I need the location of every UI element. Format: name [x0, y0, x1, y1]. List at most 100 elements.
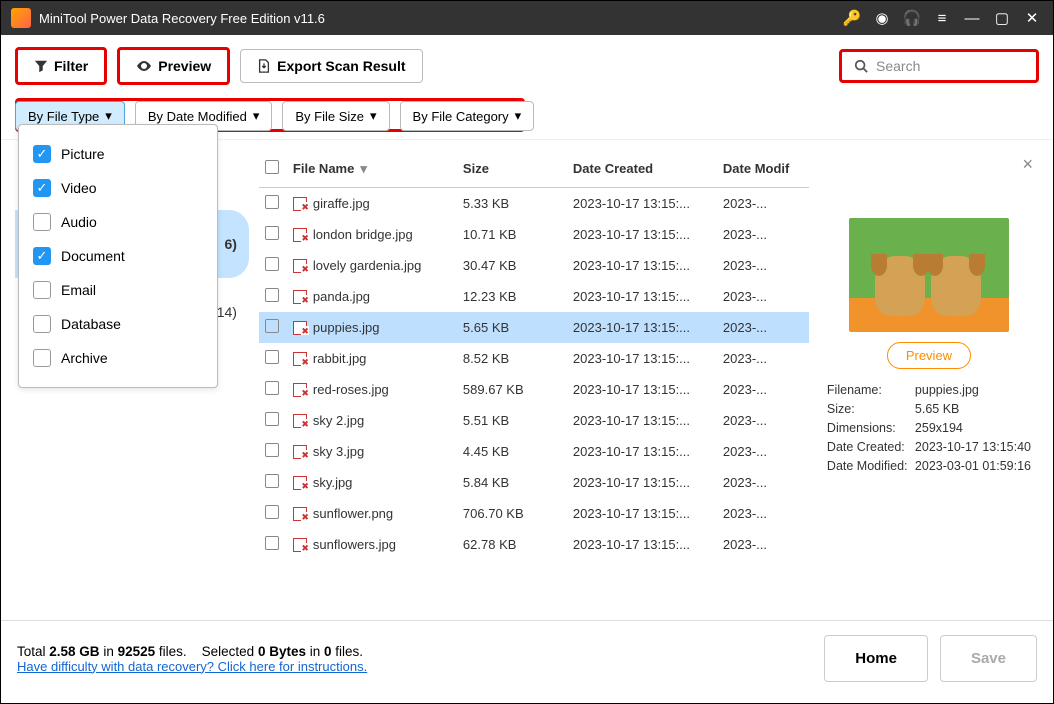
filetype-option-audio[interactable]: Audio: [33, 205, 203, 239]
save-button[interactable]: Save: [940, 635, 1037, 682]
export-button[interactable]: Export Scan Result: [240, 49, 422, 83]
file-name: lovely gardenia.jpg: [313, 258, 421, 273]
file-row[interactable]: puppies.jpg 5.65 KB 2023-10-17 13:15:...…: [259, 312, 809, 343]
row-checkbox[interactable]: [265, 226, 279, 240]
meta-size-value: 5.65 KB: [915, 402, 1031, 416]
row-checkbox[interactable]: [265, 288, 279, 302]
filter-button[interactable]: Filter: [15, 47, 107, 85]
meta-size-label: Size:: [827, 402, 915, 416]
file-modified: 2023-...: [723, 537, 803, 552]
filter-date-label: By Date Modified: [148, 109, 247, 124]
row-checkbox[interactable]: [265, 505, 279, 519]
status-bar: Total 2.58 GB in 92525 files. Selected 0…: [1, 620, 1053, 696]
close-button[interactable]: ✕: [1021, 7, 1043, 29]
minimize-button[interactable]: —: [961, 7, 983, 29]
file-size: 5.33 KB: [463, 196, 573, 211]
meta-dimensions-label: Dimensions:: [827, 421, 915, 435]
close-preview-button[interactable]: ×: [1022, 154, 1033, 175]
file-name: puppies.jpg: [313, 320, 380, 335]
filter-by-file-size[interactable]: By File Size ▾: [282, 101, 389, 131]
checkbox-icon[interactable]: ✓: [33, 247, 51, 265]
file-row[interactable]: panda.jpg 12.23 KB 2023-10-17 13:15:... …: [259, 281, 809, 312]
col-size[interactable]: Size: [463, 161, 489, 176]
app-logo-icon: [11, 8, 31, 28]
file-icon: [293, 538, 307, 552]
file-row[interactable]: lovely gardenia.jpg 30.47 KB 2023-10-17 …: [259, 250, 809, 281]
sort-icon[interactable]: ▾: [360, 161, 367, 177]
file-created: 2023-10-17 13:15:...: [573, 196, 723, 211]
row-checkbox[interactable]: [265, 195, 279, 209]
file-list-header: File Name ▾ Size Date Created Date Modif: [259, 150, 809, 188]
file-icon: [293, 290, 307, 304]
home-button[interactable]: Home: [824, 635, 928, 682]
filetype-option-label: Email: [61, 282, 96, 298]
chevron-down-icon: ▾: [105, 108, 112, 124]
open-preview-button[interactable]: Preview: [887, 342, 971, 369]
file-row[interactable]: sunflowers.jpg 62.78 KB 2023-10-17 13:15…: [259, 529, 809, 560]
file-size: 589.67 KB: [463, 382, 573, 397]
preview-button[interactable]: Preview: [117, 47, 230, 85]
file-size: 8.52 KB: [463, 351, 573, 366]
filetype-option-email[interactable]: Email: [33, 273, 203, 307]
row-checkbox[interactable]: [265, 412, 279, 426]
file-row[interactable]: sky 2.jpg 5.51 KB 2023-10-17 13:15:... 2…: [259, 405, 809, 436]
file-row[interactable]: sky 3.jpg 4.45 KB 2023-10-17 13:15:... 2…: [259, 436, 809, 467]
col-modified[interactable]: Date Modif: [723, 161, 789, 176]
file-row[interactable]: giraffe.jpg 5.33 KB 2023-10-17 13:15:...…: [259, 188, 809, 219]
filetype-option-label: Archive: [61, 350, 108, 366]
file-size: 4.45 KB: [463, 444, 573, 459]
row-checkbox[interactable]: [265, 443, 279, 457]
app-title: MiniTool Power Data Recovery Free Editio…: [39, 11, 833, 26]
disc-icon[interactable]: ◉: [871, 7, 893, 29]
meta-created-value: 2023-10-17 13:15:40: [915, 440, 1031, 454]
col-name[interactable]: File Name: [293, 161, 354, 176]
filter-category-label: By File Category: [413, 109, 509, 124]
row-checkbox[interactable]: [265, 257, 279, 271]
checkbox-icon[interactable]: [33, 213, 51, 231]
help-link[interactable]: Have difficulty with data recovery? Clic…: [17, 659, 367, 674]
menu-icon[interactable]: ≡: [931, 7, 953, 29]
file-name: rabbit.jpg: [313, 351, 366, 366]
search-input[interactable]: Search: [839, 49, 1039, 83]
file-icon: [293, 352, 307, 366]
maximize-button[interactable]: ▢: [991, 7, 1013, 29]
filetype-option-label: Video: [61, 180, 97, 196]
file-modified: 2023-...: [723, 475, 803, 490]
file-icon: [293, 321, 307, 335]
checkbox-icon[interactable]: [33, 315, 51, 333]
meta-filename-value: puppies.jpg: [915, 383, 1031, 397]
col-created[interactable]: Date Created: [573, 161, 653, 176]
filter-size-label: By File Size: [295, 109, 364, 124]
file-name: red-roses.jpg: [313, 382, 389, 397]
filetype-option-video[interactable]: ✓ Video: [33, 171, 203, 205]
checkbox-icon[interactable]: [33, 281, 51, 299]
file-row[interactable]: sunflower.png 706.70 KB 2023-10-17 13:15…: [259, 498, 809, 529]
checkbox-icon[interactable]: [33, 349, 51, 367]
file-row[interactable]: red-roses.jpg 589.67 KB 2023-10-17 13:15…: [259, 374, 809, 405]
file-icon: [293, 228, 307, 242]
select-all-checkbox[interactable]: [265, 160, 279, 174]
filetype-option-picture[interactable]: ✓Picture: [33, 137, 203, 171]
file-row[interactable]: sky.jpg 5.84 KB 2023-10-17 13:15:... 202…: [259, 467, 809, 498]
file-row[interactable]: rabbit.jpg 8.52 KB 2023-10-17 13:15:... …: [259, 343, 809, 374]
search-placeholder: Search: [876, 58, 920, 74]
row-checkbox[interactable]: [265, 350, 279, 364]
file-icon: [293, 414, 307, 428]
file-icon: [293, 197, 307, 211]
row-checkbox[interactable]: [265, 381, 279, 395]
filetype-option-document[interactable]: ✓Document: [33, 239, 203, 273]
row-checkbox[interactable]: [265, 474, 279, 488]
key-icon[interactable]: 🔑: [841, 7, 863, 29]
file-name: sunflower.png: [313, 506, 393, 521]
filetype-option-archive[interactable]: Archive: [33, 341, 203, 375]
filter-by-file-category[interactable]: By File Category ▾: [400, 101, 535, 131]
row-checkbox[interactable]: [265, 319, 279, 333]
file-name: panda.jpg: [313, 289, 370, 304]
filetype-option-label: Database: [61, 316, 121, 332]
filetype-option-database[interactable]: Database: [33, 307, 203, 341]
checkbox-icon[interactable]: ✓: [33, 145, 51, 163]
row-checkbox[interactable]: [265, 536, 279, 550]
file-row[interactable]: london bridge.jpg 10.71 KB 2023-10-17 13…: [259, 219, 809, 250]
headphones-icon[interactable]: 🎧: [901, 7, 923, 29]
checkbox-icon[interactable]: ✓: [33, 179, 51, 197]
